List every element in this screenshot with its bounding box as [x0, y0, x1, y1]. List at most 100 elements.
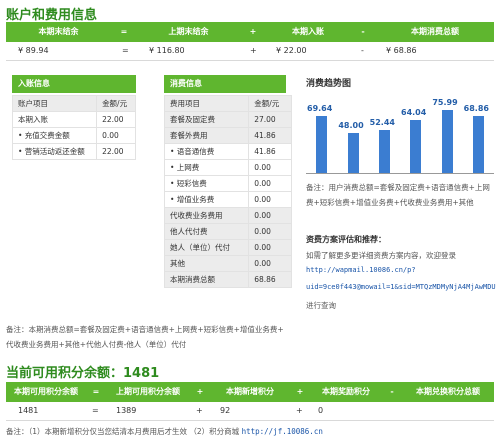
- row-label: 其他: [163, 255, 250, 272]
- row-value: 22.00: [96, 143, 136, 160]
- chart-data-label: 64.04: [401, 108, 427, 118]
- table-row: 他人代付费 0.00: [163, 223, 292, 240]
- income-header: 本期入账: [292, 27, 324, 36]
- row-value: 0.00: [248, 175, 292, 192]
- row-label: • 上网费: [163, 159, 250, 176]
- plus-operator: +: [250, 46, 257, 55]
- row-value: 0.00: [248, 159, 292, 176]
- column-header: 金额/元: [96, 95, 136, 112]
- chart-bar: [472, 116, 484, 173]
- points-title-prefix: 当前可用积分余额：: [6, 366, 124, 381]
- minus-operator: -: [361, 27, 365, 36]
- table-row: 本期消费总额 68.86: [163, 271, 292, 288]
- row-label: • 短彩信费: [163, 175, 250, 192]
- minus-operator: -: [361, 46, 364, 55]
- row-value: 0.00: [248, 223, 292, 240]
- current-balance-value: ¥ 89.94: [18, 46, 49, 55]
- row-label: • 增值业务费: [163, 191, 250, 208]
- table-row: • 上网费 0.00: [163, 159, 292, 176]
- row-value: 22.00: [96, 111, 136, 128]
- row-value: 0.00: [96, 127, 136, 144]
- plan-link-line2[interactable]: uid=9ce0f443@mowail=1&sid=MTQzMDMyNjA4Mj…: [306, 283, 496, 291]
- income-section-header: 入账信息: [12, 75, 136, 93]
- expense-section-header: 消费信息: [164, 75, 286, 93]
- row-value: 0.00: [248, 239, 292, 256]
- points-reward-header: 本期奖励积分: [322, 387, 370, 396]
- chart-data-label: 75.99: [432, 98, 458, 108]
- chart-data-label: 48.00: [338, 121, 364, 131]
- chart-bar: [441, 110, 453, 173]
- points-current-value: 1481: [18, 406, 39, 415]
- points-header: 本期可用积分余额 = 上期可用积分余额 + 本期新增积分 + 本期奖励积分 - …: [6, 382, 494, 402]
- chart-bar: [316, 115, 328, 173]
- column-header: 费用项目: [163, 95, 250, 112]
- total-consumption-value: ¥ 68.86: [386, 46, 417, 55]
- plus-operator: +: [196, 406, 203, 415]
- points-previous-header: 上期可用积分余额: [116, 387, 180, 396]
- chart-data-label: 68.86: [463, 104, 489, 114]
- table-row: 套餐外费用 41.86: [163, 127, 292, 144]
- income-value: ¥ 22.00: [276, 46, 307, 55]
- points-new-header: 本期新增积分: [226, 387, 274, 396]
- chart-bar: [410, 120, 422, 173]
- account-summary-values: ¥ 89.94 = ¥ 116.80 + ¥ 22.00 - ¥ 68.86: [6, 42, 494, 61]
- chart-baseline: [306, 173, 494, 174]
- points-note: 备注：（1）本期新增积分仅当您结清本月费用后才生效 （2）积分商城 http:/…: [6, 424, 323, 440]
- bottom-note-line1: 备注：本期消费总额=套餐及固定费+语音通信费+上网费+短彩信费+增值业务费+: [6, 325, 284, 334]
- points-values: 1481 = 1389 + 92 + 0: [6, 402, 494, 421]
- row-label: 他人代付费: [163, 223, 250, 240]
- points-current-header: 本期可用积分余额: [14, 387, 78, 396]
- points-redeemed-header: 本期兑换积分总额: [416, 387, 480, 396]
- table-header-row: 账户项目 金额/元: [11, 95, 136, 112]
- table-row: 套餐及固定费 27.00: [163, 111, 292, 128]
- table-row: 其他 0.00: [163, 255, 292, 272]
- table-row: • 营销活动返还金额 22.00: [11, 143, 136, 160]
- table-row: • 增值业务费 0.00: [163, 191, 292, 208]
- row-value: 0.00: [248, 255, 292, 272]
- column-header: 账户项目: [11, 95, 98, 112]
- plus-operator: +: [249, 27, 257, 36]
- points-mall-link[interactable]: http://jf.10086.cn: [242, 427, 323, 436]
- chart-bar: [347, 133, 359, 173]
- previous-balance-value: ¥ 116.80: [149, 46, 185, 55]
- chart-bar: [378, 129, 390, 173]
- row-label: 本期入账: [11, 111, 98, 128]
- row-value: 41.86: [248, 143, 292, 160]
- plus-operator: +: [196, 387, 204, 396]
- row-value: 27.00: [248, 111, 292, 128]
- row-label: 套餐及固定费: [163, 111, 250, 128]
- table-row: • 充值交费金额 0.00: [11, 127, 136, 144]
- row-label: • 语音通信费: [163, 143, 250, 160]
- income-table: 账户项目 金额/元 本期入账 22.00 • 充值交费金额 0.00 • 营销活…: [11, 95, 136, 160]
- points-title: 当前可用积分余额：1481: [6, 362, 159, 381]
- plan-text: 如需了解更多更详细资费方案内容，欢迎登录: [306, 251, 456, 260]
- plan-after-link: 进行查询: [306, 301, 336, 310]
- minus-operator: -: [390, 387, 394, 396]
- row-label: 套餐外费用: [163, 127, 250, 144]
- current-balance-header: 本期末结余: [38, 27, 79, 36]
- chart-data-label: 69.64: [307, 103, 333, 113]
- row-value: 68.86: [248, 271, 292, 288]
- equals-operator: =: [120, 27, 128, 36]
- chart-data-label: 52.44: [369, 117, 395, 127]
- total-consumption-header: 本期消费总额: [411, 27, 459, 36]
- points-note-text: 备注：（1）本期新增积分仅当您结清本月费用后才生效 （2）积分商城: [6, 427, 240, 436]
- account-summary-header: 本期末结余 = 上期末结余 + 本期入账 - 本期消费总额: [6, 22, 494, 42]
- table-row: • 语音通信费 41.86: [163, 143, 292, 160]
- column-header: 金额/元: [248, 95, 292, 112]
- row-label: 代收费业务费用: [163, 207, 250, 224]
- row-label: 她人（单位）代付: [163, 239, 250, 256]
- trend-note: 备注：用户消费总额=套餐及固定费+语音通信费+上网费+短彩信费+增值业务费+代收…: [306, 183, 490, 207]
- equals-operator: =: [92, 406, 99, 415]
- plan-link-line1[interactable]: http://wapmail.10086.cn/p?: [306, 266, 416, 274]
- table-row: 代收费业务费用 0.00: [163, 207, 292, 224]
- table-row: • 短彩信费 0.00: [163, 175, 292, 192]
- points-reward-value: 0: [318, 406, 324, 415]
- trend-chart: 69.64 48.00 52.44 64.04 75.99 68.86: [306, 95, 494, 175]
- plus-operator: +: [296, 387, 304, 396]
- points-title-value: 1481: [123, 366, 160, 381]
- row-label: • 营销活动返还金额: [11, 143, 98, 160]
- chart-title: 消费趋势图: [306, 79, 352, 89]
- table-row: 她人（单位）代付 0.00: [163, 239, 292, 256]
- equals-operator: =: [92, 387, 100, 396]
